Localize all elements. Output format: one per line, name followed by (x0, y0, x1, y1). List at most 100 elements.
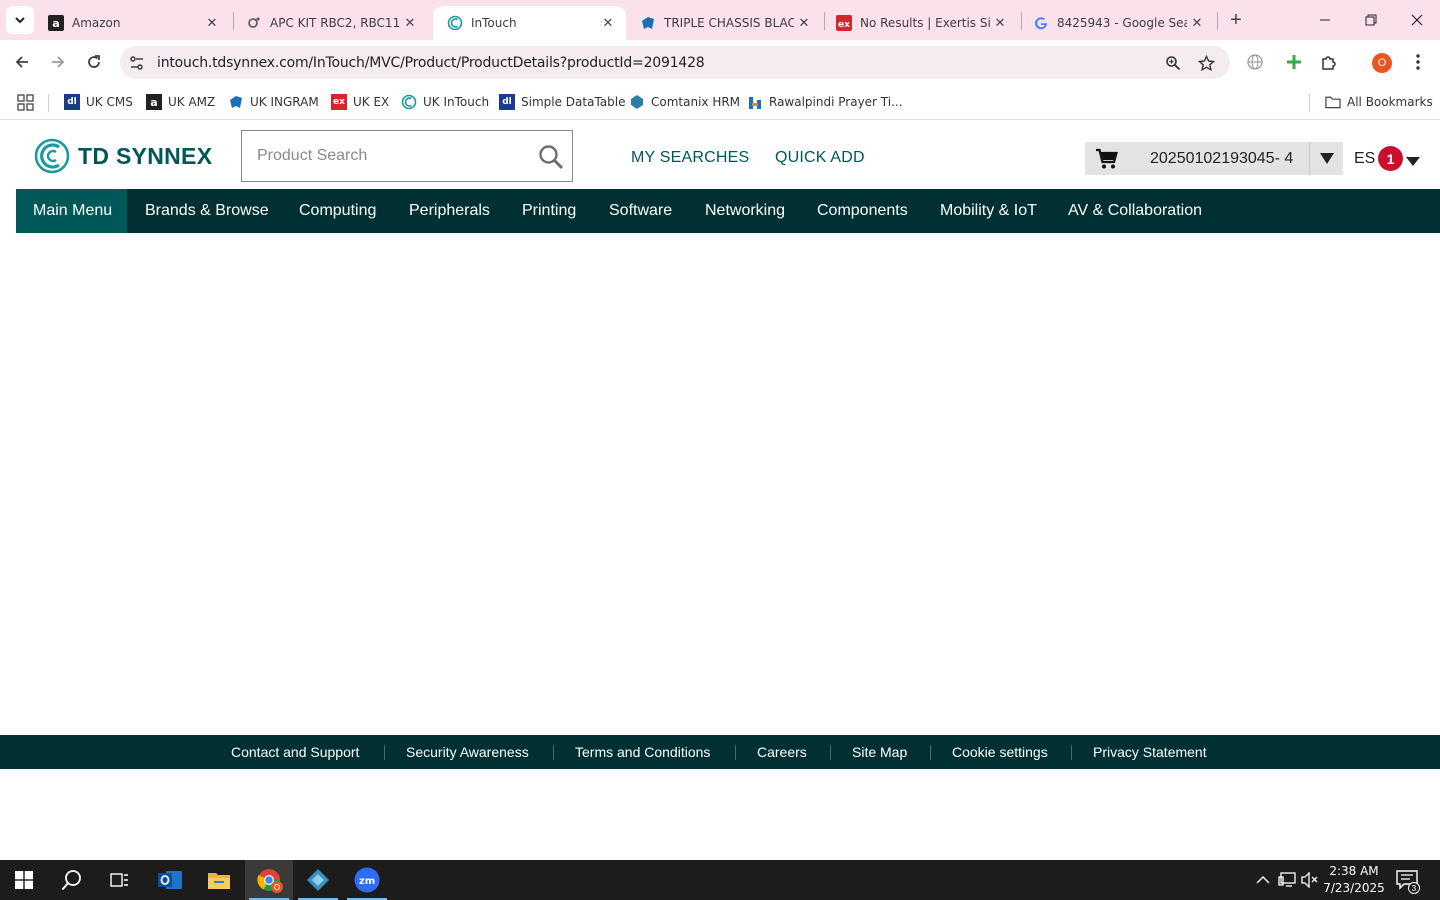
browser-tab-exertis[interactable]: ex No Results | Exertis Site ✕ (822, 6, 1018, 40)
bookmark-label: UK EX (353, 95, 390, 109)
brand-name: TD SYNNEX (78, 142, 213, 169)
cart-selector[interactable]: 20250102193045- 4 (1085, 142, 1343, 175)
forward-button[interactable] (44, 48, 72, 76)
svg-text:zm: zm (359, 876, 375, 887)
restore-button[interactable] (1348, 0, 1394, 40)
action-center-icon[interactable]: 3 (1396, 870, 1420, 894)
footer-security-awareness[interactable]: Security Awareness (406, 744, 529, 760)
datatable-icon: dl (499, 94, 515, 110)
close-tab-icon[interactable]: ✕ (1187, 13, 1207, 33)
nav-main-menu[interactable]: Main Menu (16, 189, 127, 233)
apps-grid-icon[interactable] (17, 92, 34, 112)
bookmark-uk-ex[interactable]: ex UK EX (331, 92, 389, 112)
bookmark-uk-ingram[interactable]: UK INGRAM (228, 92, 319, 112)
amazon-icon: a (48, 15, 64, 31)
nav-brands-browse[interactable]: Brands & Browse (145, 189, 269, 233)
taskbar-zoom[interactable]: zm (343, 860, 391, 900)
bookmark-uk-intouch[interactable]: UK InTouch (401, 92, 489, 112)
nav-components[interactable]: Components (817, 189, 908, 233)
cart-dropdown-button[interactable] (1309, 142, 1343, 175)
footer-privacy-statement[interactable]: Privacy Statement (1093, 744, 1207, 760)
bookmark-label: UK InTouch (423, 95, 490, 109)
reload-icon (88, 55, 100, 68)
search-icon (61, 870, 81, 891)
quick-add-link[interactable]: QUICK ADD (775, 149, 865, 167)
footer-site-map[interactable]: Site Map (852, 744, 907, 760)
browser-tab-intouch[interactable]: InTouch ✕ (433, 6, 626, 40)
network-icon[interactable] (1277, 870, 1297, 890)
extension-puzzle-green-icon[interactable] (1283, 51, 1305, 73)
nav-mobility-iot[interactable]: Mobility & IoT (940, 189, 1037, 233)
bookmark-star-icon[interactable] (1197, 54, 1215, 72)
start-button[interactable] (0, 860, 48, 900)
close-tab-icon[interactable]: ✕ (202, 13, 222, 33)
footer-divider (735, 745, 736, 760)
nav-peripherals[interactable]: Peripherals (409, 189, 490, 233)
taskbar-clock[interactable]: 2:38 AM 7/23/2025 (1322, 863, 1386, 897)
intouch-icon (401, 94, 417, 110)
translate-globe-icon[interactable] (1244, 51, 1266, 73)
bookmark-uk-amz[interactable]: a UK AMZ (146, 92, 215, 112)
close-icon (1411, 14, 1423, 26)
bookmark-uk-cms[interactable]: dl UK CMS (64, 92, 133, 112)
all-bookmarks-button[interactable]: All Bookmarks (1325, 92, 1433, 112)
reload-button[interactable] (80, 48, 108, 76)
taskbar-search-button[interactable] (48, 860, 96, 900)
taskbar-file-explorer[interactable] (195, 860, 243, 900)
footer-contact-support[interactable]: Contact and Support (231, 744, 359, 760)
zoom-app-icon: zm (354, 867, 380, 893)
user-menu-caret-icon[interactable] (1406, 154, 1420, 166)
bookmarks-bar: dl UK CMS a UK AMZ UK INGRAM ex UK EX UK… (0, 84, 1440, 120)
language-selector[interactable]: ES (1354, 150, 1375, 168)
extensions-icon[interactable] (1318, 51, 1340, 73)
back-button[interactable] (8, 48, 36, 76)
search-icon[interactable] (538, 144, 564, 170)
taskbar-app-diamond[interactable] (294, 860, 342, 900)
volume-muted-icon[interactable] (1300, 870, 1320, 890)
my-searches-link[interactable]: MY SEARCHES (631, 149, 749, 167)
td-synnex-logo[interactable]: TD SYNNEX (34, 138, 212, 174)
browser-tab-google[interactable]: 8425943 - Google Search ✕ (1019, 6, 1215, 40)
close-tab-icon[interactable]: ✕ (794, 13, 814, 33)
windows-logo-icon (15, 871, 33, 889)
profile-avatar[interactable]: O (1372, 53, 1392, 73)
nav-software[interactable]: Software (609, 189, 672, 233)
notification-badge[interactable]: 1 (1378, 146, 1403, 171)
close-tab-icon[interactable]: ✕ (598, 13, 618, 33)
bookmark-simple-datatable[interactable]: dl Simple DataTable (499, 92, 625, 112)
taskbar-chrome[interactable]: O (245, 860, 293, 900)
browser-tab-apc[interactable]: APC KIT RBC2, RBC110, ✕ (232, 6, 428, 40)
nav-networking[interactable]: Networking (705, 189, 785, 233)
window-close-button[interactable] (1394, 0, 1440, 40)
nav-printing[interactable]: Printing (522, 189, 576, 233)
footer-careers[interactable]: Careers (757, 744, 807, 760)
address-bar[interactable]: intouch.tdsynnex.com/InTouch/MVC/Product… (120, 46, 1230, 79)
nav-computing[interactable]: Computing (299, 189, 376, 233)
bookmark-rawalpindi-prayer[interactable]: Rawalpindi Prayer Ti... (747, 92, 903, 112)
action-center-count: 3 (1408, 882, 1420, 894)
nav-av-collaboration[interactable]: AV & Collaboration (1068, 189, 1202, 233)
product-search-input[interactable] (242, 131, 532, 181)
footer-terms-conditions[interactable]: Terms and Conditions (575, 744, 710, 760)
chrome-profile-badge: O (271, 881, 283, 893)
browser-tab-amazon[interactable]: a Amazon ✕ (34, 6, 230, 40)
browser-menu-icon[interactable] (1407, 51, 1429, 73)
new-tab-button[interactable]: + (1224, 8, 1248, 32)
footer-cookie-settings[interactable]: Cookie settings (952, 744, 1048, 760)
zoom-icon[interactable] (1164, 54, 1182, 72)
arrow-left-icon (15, 56, 28, 68)
all-bookmarks-label: All Bookmarks (1347, 95, 1433, 109)
browser-tab-ingram[interactable]: TRIPLE CHASSIS BLACK ✕ (626, 6, 822, 40)
close-tab-icon[interactable]: ✕ (400, 13, 420, 33)
show-hidden-icons-chevron-icon[interactable] (1253, 870, 1273, 890)
bookmark-comtanix-hrm[interactable]: Comtanix HRM (629, 92, 740, 112)
taskbar-outlook[interactable] (146, 860, 194, 900)
folder-icon (208, 873, 230, 889)
outlook-icon (158, 871, 182, 889)
site-settings-icon[interactable] (128, 54, 146, 72)
close-tab-icon[interactable]: ✕ (990, 13, 1010, 33)
footer-divider (1071, 745, 1072, 760)
tab-search-button[interactable] (6, 6, 34, 34)
minimize-button[interactable] (1302, 0, 1348, 40)
task-view-button[interactable] (96, 860, 144, 900)
